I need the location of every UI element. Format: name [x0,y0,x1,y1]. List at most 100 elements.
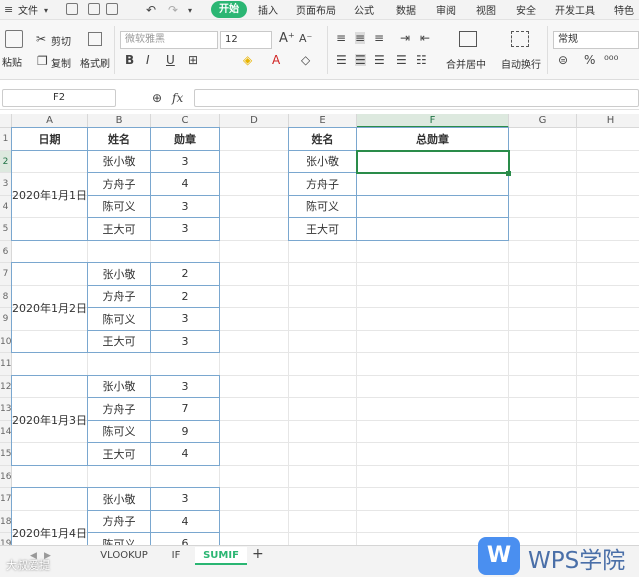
format-painter-button[interactable]: 格式刷 [80,55,110,70]
align-right-icon[interactable]: ☰ [374,54,385,66]
wrap-text-button[interactable]: 自动换行 [501,56,541,71]
underline-icon[interactable]: U [166,54,175,66]
chevron-down-icon[interactable]: ▾ [44,5,48,17]
paste-button[interactable]: 粘贴 [2,54,22,69]
watermark-text: 大叔爱提 [6,559,50,572]
formula-input[interactable] [194,89,639,107]
increase-font-icon[interactable]: A⁺ [279,32,295,45]
divider [327,26,328,74]
tab-page-layout[interactable]: 页面布局 [296,2,336,17]
tab-formulas[interactable]: 公式 [354,2,374,17]
align-left-icon[interactable]: ☰ [336,54,347,66]
medal-count-cell: 7 [150,397,220,421]
fill-handle[interactable] [506,171,511,176]
total-medal-cell[interactable] [356,217,509,241]
sheet-tab-if[interactable]: IF [158,547,194,565]
wrap-text-icon[interactable] [511,31,529,47]
sheet-tab-sumif[interactable]: SUMIF [195,547,247,565]
tab-insert[interactable]: 插入 [258,2,278,17]
table-header-cell: 日期 [11,127,88,151]
selected-cell-f2[interactable] [356,149,510,174]
paste-icon[interactable] [5,30,23,48]
tab-home[interactable]: 开始 [211,1,247,18]
spreadsheet-grid[interactable]: A B C D E F G H 1 2 3 4 5 6 7 8 9 10 11 12 13 14 15 16 17 18 19 日期姓… [0,114,639,545]
row-header-16[interactable]: 16 [0,465,12,488]
row-header-11[interactable]: 11 [0,353,12,376]
medal-count-cell: 3 [150,307,220,331]
summary-name-cell: 陈可义 [288,194,357,218]
column-header-f[interactable]: F [357,114,509,128]
save-icon[interactable] [66,3,78,15]
decrease-font-icon[interactable]: A⁻ [299,33,312,45]
total-medal-cell[interactable] [356,172,509,196]
font-size-select[interactable]: 12 [220,31,272,49]
copy-button[interactable]: 复制 [51,55,71,70]
align-bottom-icon[interactable]: ≡ [374,32,384,44]
indent-icon[interactable]: ⇥ [400,32,410,44]
merge-center-icon[interactable] [459,31,477,47]
border-icon[interactable]: ⊞ [188,54,198,66]
column-header-d[interactable]: D [220,114,289,128]
column-header-e[interactable]: E [289,114,357,128]
tab-special[interactable]: 特色 [614,2,634,17]
number-format-select[interactable]: 常规 [553,31,639,49]
medal-count-cell: 3 [150,194,220,218]
summary-name-cell: 王大可 [288,217,357,241]
column-header-h[interactable]: H [577,114,639,128]
column-header-g[interactable]: G [509,114,577,128]
tab-review[interactable]: 审阅 [436,2,456,17]
italic-icon[interactable]: I [146,54,150,66]
format-painter-icon[interactable] [88,32,102,46]
fx-label[interactable]: fx [172,92,183,104]
merge-center-button[interactable]: 合并居中 [446,56,486,71]
align-middle-icon[interactable]: ≡ [355,32,366,44]
redo-icon[interactable]: ↷ [168,4,178,16]
zoom-icon[interactable]: ⊕ [152,92,162,104]
date-cell: 2020年1月1日 [11,149,88,241]
name-box[interactable]: F2 [2,89,116,107]
medal-count-cell: 4 [150,509,220,533]
summary-name-cell: 方舟子 [288,172,357,196]
font-color-icon[interactable]: A [272,54,280,66]
total-medal-cell[interactable] [356,194,509,218]
align-top-icon[interactable]: ≡ [336,32,346,44]
bold-icon[interactable]: B [125,54,134,66]
medal-count-cell: 2 [150,284,220,308]
export-pdf-icon[interactable] [88,3,100,15]
medal-count-cell: 2 [150,262,220,286]
select-all-corner[interactable] [0,114,12,128]
tab-developer[interactable]: 开发工具 [555,2,595,17]
column-header-a[interactable]: A [12,114,88,128]
medal-count-cell: 6 [150,532,220,545]
undo-icon[interactable]: ↶ [146,4,156,16]
add-sheet-icon[interactable]: + [252,547,264,561]
file-menu[interactable]: 文件 [18,2,38,17]
column-header-b[interactable]: B [88,114,151,128]
chevron-down-icon[interactable]: ▾ [188,5,192,17]
column-header-c[interactable]: C [151,114,220,128]
eraser-icon[interactable]: ◇ [301,54,310,66]
align-center-icon[interactable]: ☰ [355,54,366,66]
currency-icon[interactable]: ⊜ [558,54,568,66]
fill-color-icon[interactable]: ◈ [243,54,252,66]
menu-icon[interactable]: ≡ [4,4,13,16]
font-name-select[interactable]: 微软雅黑 [120,31,218,49]
tab-security[interactable]: 安全 [516,2,536,17]
sheet-tab-vlookup[interactable]: VLOOKUP [91,547,157,565]
formula-bar: F2 ⊕ fx [0,86,639,110]
outdent-icon[interactable]: ⇤ [420,32,430,44]
row-header-6[interactable]: 6 [0,240,12,263]
distributed-icon[interactable]: ☷ [416,54,427,66]
name-cell: 张小敬 [87,262,151,286]
justify-icon[interactable]: ☰ [396,54,407,66]
scissors-icon[interactable]: ✂ [36,33,46,45]
thousands-icon[interactable]: ⁰⁰⁰ [604,54,618,66]
name-cell: 方舟子 [87,397,151,421]
tab-view[interactable]: 视图 [476,2,496,17]
print-icon[interactable] [106,3,118,15]
percent-icon[interactable]: % [584,54,595,66]
tab-data[interactable]: 数据 [396,2,416,17]
name-cell: 王大可 [87,442,151,466]
copy-icon[interactable]: ❐ [37,55,48,67]
cut-button[interactable]: 剪切 [51,33,71,48]
